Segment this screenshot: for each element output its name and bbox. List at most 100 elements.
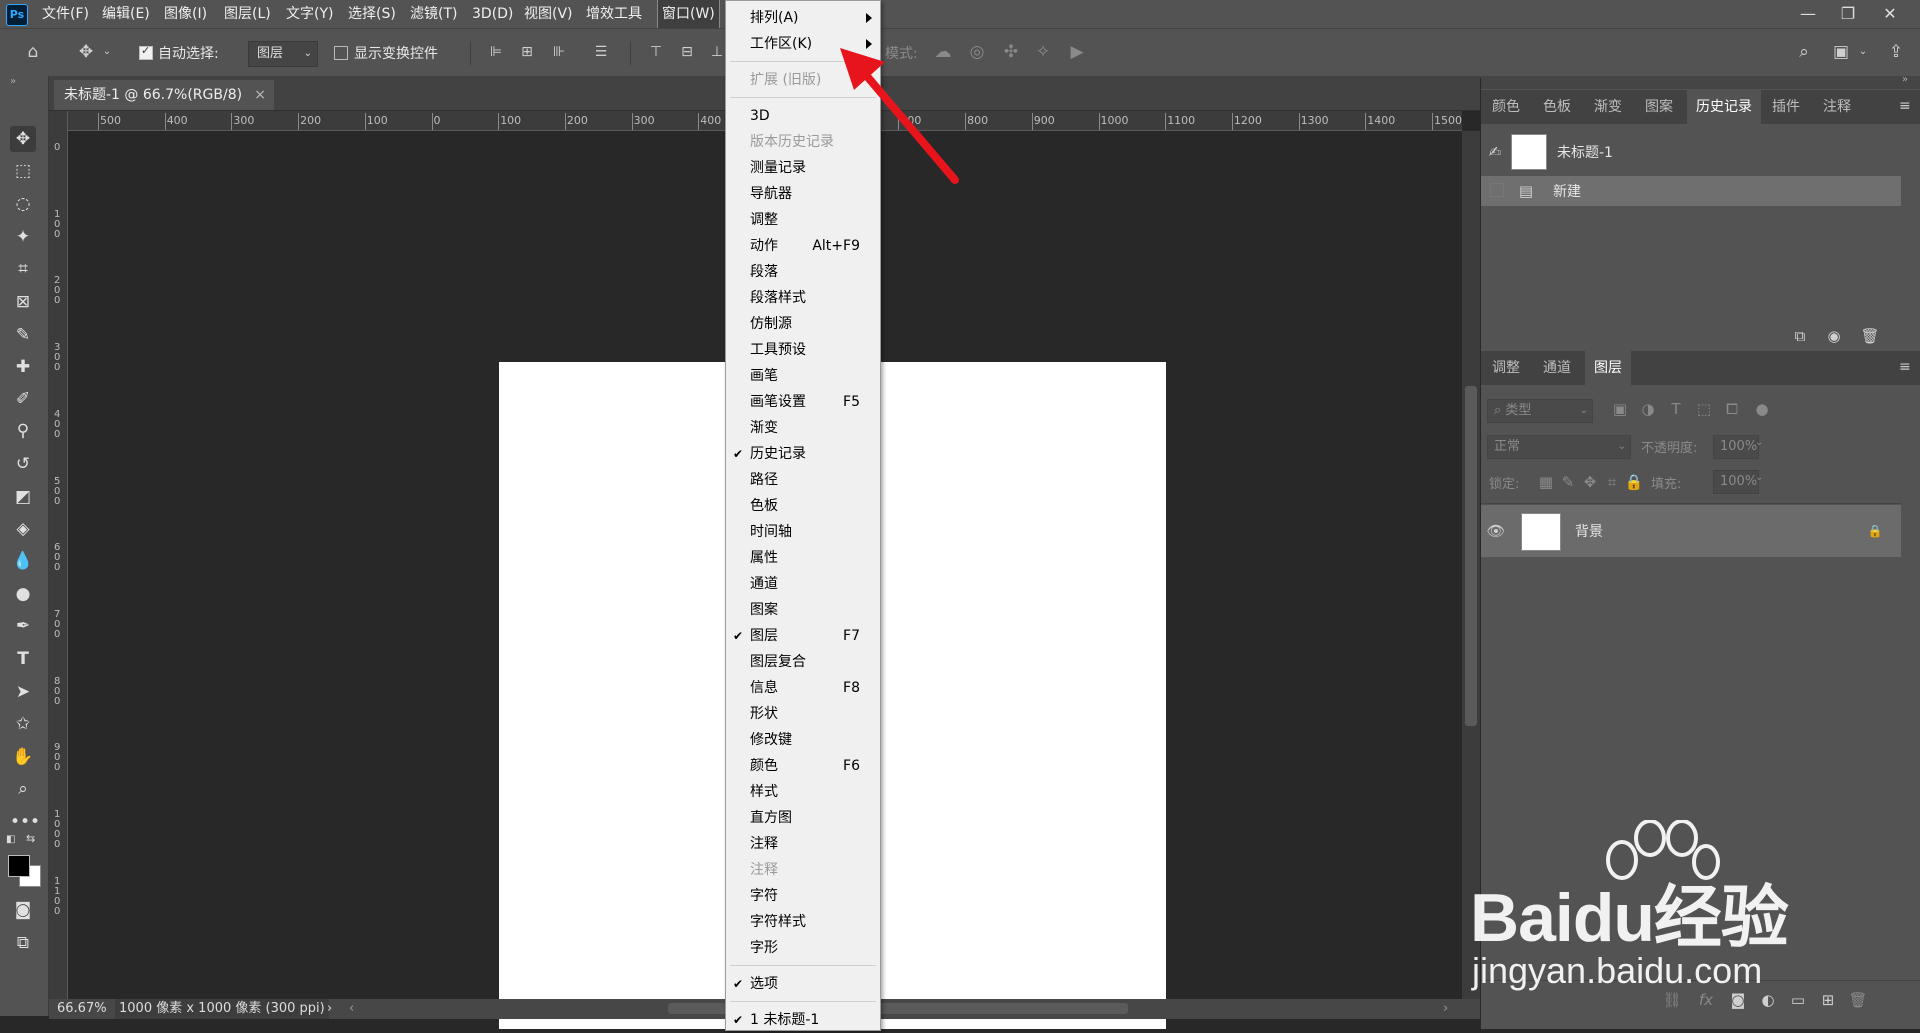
align-center-icon[interactable]: ⊞ — [516, 41, 538, 63]
menu-9[interactable]: 增效工具 — [582, 0, 646, 28]
window-menu-item[interactable]: 画笔设置 F5 — [726, 389, 880, 415]
opacity-field[interactable]: 100% — [1713, 435, 1759, 459]
collapse-icon[interactable]: » — [10, 76, 16, 87]
close-tab-icon[interactable]: × — [254, 80, 266, 110]
zoom-tool-icon[interactable]: ⌕ — [10, 776, 36, 802]
menu-3[interactable]: 图层(L) — [220, 0, 275, 28]
window-menu-item[interactable]: 路径 — [726, 467, 880, 493]
lock-artboard-icon[interactable]: ⌗ — [1601, 471, 1623, 493]
panel-tab[interactable]: 渐变 — [1585, 90, 1631, 124]
window-menu-item[interactable]: 图层复合 — [726, 649, 880, 675]
window-menu-item[interactable]: 调整 — [726, 207, 880, 233]
window-menu-item[interactable]: 时间轴 — [726, 519, 880, 545]
shape-tool-icon[interactable]: ✩ — [10, 711, 36, 737]
scroll-right-icon[interactable]: › — [1443, 999, 1448, 1019]
panel-tab[interactable]: 通道 — [1534, 351, 1580, 385]
3d-camera-icon[interactable]: ▶ — [1066, 41, 1088, 63]
move-tool-icon[interactable]: ✥ — [10, 126, 36, 152]
3d-slide-icon[interactable]: ✧ — [1032, 41, 1054, 63]
window-menu-item[interactable]: 颜色 F6 — [726, 753, 880, 779]
lock-position-icon[interactable]: ✥ — [1579, 471, 1601, 493]
quick-mask-icon[interactable]: ◙ — [10, 897, 36, 923]
fill-field[interactable]: 100% — [1713, 470, 1759, 494]
window-menu-item[interactable]: 排列(A) — [726, 5, 880, 31]
align-right-icon[interactable]: ⊪ — [548, 41, 570, 63]
filter-smart-object-icon[interactable]: ⧠ — [1721, 398, 1743, 420]
pen-tool-icon[interactable]: ✒ — [10, 613, 36, 639]
frame-tool-icon[interactable]: ⊠ — [10, 289, 36, 315]
menu-8[interactable]: 视图(V) — [520, 0, 577, 28]
hand-tool-icon[interactable]: ✋ — [10, 744, 36, 770]
window-menu-item[interactable]: ✔ 1 未标题-1 — [726, 1007, 880, 1033]
workspace-icon[interactable]: ▣ — [1830, 41, 1852, 63]
chevron-down-icon[interactable]: ⌄ — [100, 41, 114, 63]
window-menu-item[interactable]: 色板 — [726, 493, 880, 519]
history-step[interactable]: ▤ 新建 — [1481, 176, 1901, 206]
auto-select-target-dropdown[interactable]: 图层 ⌄ — [248, 41, 318, 67]
minimize-button[interactable]: — — [1788, 0, 1828, 28]
document-tab[interactable]: 未标题-1 @ 66.7%(RGB/8) × — [54, 80, 274, 110]
menu-5[interactable]: 选择(S) — [344, 0, 400, 28]
align-middle-icon[interactable]: ⊟ — [676, 41, 698, 63]
lock-transparent-icon[interactable]: ▦ — [1535, 471, 1557, 493]
lasso-tool-icon[interactable]: ◌ — [10, 191, 36, 217]
panel-tab[interactable]: 色板 — [1534, 90, 1580, 124]
close-button[interactable]: ✕ — [1870, 0, 1910, 28]
window-menu-item[interactable]: 通道 — [726, 571, 880, 597]
menu-7[interactable]: 3D(D) — [468, 0, 517, 28]
screen-mode-icon[interactable]: ⧉ — [10, 930, 36, 956]
window-menu-item[interactable]: 画笔 — [726, 363, 880, 389]
brush-tool-icon[interactable]: ✐ — [10, 386, 36, 412]
type-tool-icon[interactable]: T — [10, 646, 36, 672]
filter-toggle-icon[interactable]: ● — [1751, 398, 1773, 420]
zoom-level[interactable]: 66.67% — [57, 999, 107, 1019]
window-menu-item[interactable]: 属性 — [726, 545, 880, 571]
panel-tab[interactable]: 颜色 — [1483, 90, 1529, 124]
window-menu-item[interactable]: 样式 — [726, 779, 880, 805]
vertical-ruler[interactable]: 0 1 0 0 2 0 0 3 0 0 4 0 0 5 0 0 6 0 0 7 0 0 8 0 … — [49, 111, 68, 1001]
lock-image-icon[interactable]: ✎ — [1557, 471, 1579, 493]
menu-0[interactable]: 文件(F) — [38, 0, 93, 28]
3d-roll-icon[interactable]: ◎ — [966, 41, 988, 63]
window-menu-item[interactable]: 直方图 — [726, 805, 880, 831]
window-menu-item[interactable]: 信息 F8 — [726, 675, 880, 701]
scroll-left-icon[interactable]: ‹ — [349, 999, 354, 1019]
menu-10[interactable]: 窗口(W) — [657, 0, 720, 29]
status-more-icon[interactable]: › — [327, 999, 332, 1019]
marquee-tool-icon[interactable]: ⬚ — [10, 158, 36, 184]
window-menu-item[interactable]: 修改键 — [726, 727, 880, 753]
filter-pixel-icon[interactable]: ▣ — [1609, 398, 1631, 420]
document-info[interactable]: 1000 像素 x 1000 像素 (300 ppi) — [115, 999, 329, 1019]
chevron-down-icon[interactable]: ⌄ — [1755, 437, 1763, 448]
panel-tab[interactable]: 注释 — [1814, 90, 1860, 124]
window-menu-item[interactable]: 形状 — [726, 701, 880, 727]
menu-1[interactable]: 编辑(E) — [98, 0, 154, 28]
foreground-color-swatch[interactable] — [8, 855, 30, 877]
window-menu-item[interactable]: ✔ 历史记录 — [726, 441, 880, 467]
trash-icon[interactable]: 🗑 — [1859, 325, 1881, 347]
window-menu-item[interactable]: 字符 — [726, 883, 880, 909]
menu-2[interactable]: 图像(I) — [160, 0, 211, 28]
healing-brush-tool-icon[interactable]: ✚ — [10, 354, 36, 380]
paint-bucket-tool-icon[interactable]: ◈ — [10, 516, 36, 542]
stamp-tool-icon[interactable]: ⚲ — [10, 418, 36, 444]
window-menu-item[interactable]: 动作 Alt+F9 — [726, 233, 880, 259]
window-menu-item[interactable]: ✔ 选项 — [726, 971, 880, 997]
window-menu-item[interactable]: 注释 — [726, 831, 880, 857]
panel-tab[interactable]: 图案 — [1636, 90, 1682, 124]
crop-tool-icon[interactable]: ⌗ — [10, 256, 36, 282]
panel-menu-icon[interactable]: ≡ — [1899, 98, 1911, 114]
panel-tab[interactable]: 图层 — [1585, 351, 1631, 385]
layer-row[interactable]: 👁 背景 🔒 — [1481, 505, 1901, 557]
chevron-down-icon[interactable]: ⌄ — [1856, 41, 1870, 63]
blur-tool-icon[interactable]: 💧 — [10, 548, 36, 574]
show-transform-checkbox[interactable] — [334, 46, 348, 60]
history-source-box[interactable] — [1490, 183, 1504, 197]
menu-4[interactable]: 文字(Y) — [282, 0, 337, 28]
panel-tab[interactable]: 历史记录 — [1687, 90, 1761, 124]
collapse-panels-icon[interactable]: » — [1902, 74, 1908, 85]
window-menu-item[interactable]: 字形 — [726, 935, 880, 961]
distribute-icon[interactable]: ☰ — [590, 41, 612, 63]
window-menu-item[interactable]: 图案 — [726, 597, 880, 623]
eye-icon[interactable]: 👁 — [1485, 520, 1507, 542]
